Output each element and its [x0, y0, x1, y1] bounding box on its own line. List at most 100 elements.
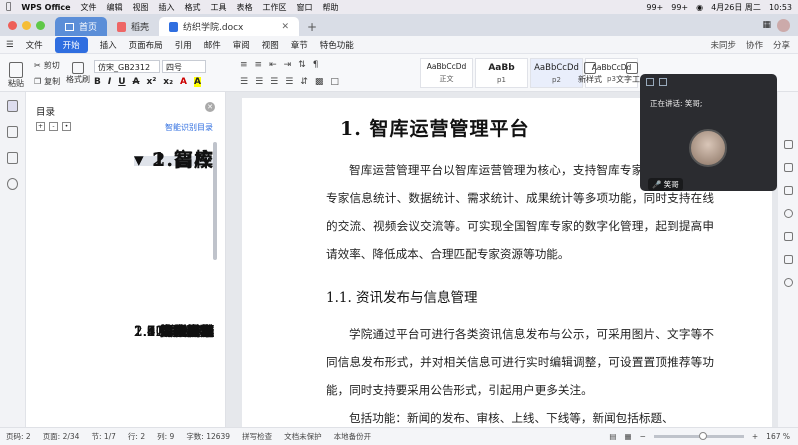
indent-increase-icon[interactable]: ⇥ [284, 60, 292, 70]
view-web-icon[interactable]: ▦ [624, 432, 631, 441]
level-icon[interactable]: • [62, 122, 71, 131]
close-tab-icon[interactable]: ✕ [281, 22, 289, 32]
style-p2[interactable]: AaBbCcDd p2 [530, 58, 583, 88]
style-pane-icon[interactable] [783, 140, 793, 149]
style-normal[interactable]: AaBbCcDd 正文 [420, 58, 473, 88]
search-doc-icon[interactable] [7, 178, 18, 190]
select-icon[interactable] [783, 163, 793, 172]
status-backup[interactable]: 本地备份开 [334, 431, 372, 442]
shading-icon[interactable]: ▩ [315, 77, 324, 87]
font-family-select[interactable]: 仿宋_GB2312 [94, 60, 160, 73]
minimize-window-button[interactable] [22, 20, 31, 30]
ribbon-tab-features[interactable]: 特色功能 [320, 39, 354, 51]
share-button[interactable]: 分享 [773, 39, 790, 51]
wechat-badge[interactable]: 99+ [671, 3, 688, 12]
thumbnail-icon[interactable] [7, 126, 18, 138]
participant-avatar[interactable] [689, 129, 727, 167]
menu-file[interactable]: 文件 [81, 2, 97, 13]
grid-view-icon[interactable] [646, 78, 654, 86]
ribbon-tab-mail[interactable]: 邮件 [204, 39, 221, 51]
zoom-slider[interactable] [653, 432, 744, 440]
menu-insert[interactable]: 插入 [159, 2, 175, 13]
backup-icon[interactable] [783, 232, 793, 241]
zoom-in-button[interactable]: + [752, 432, 758, 441]
status-words[interactable]: 字数: 12639 [186, 431, 230, 442]
bookmark-icon[interactable] [7, 152, 18, 164]
qq-badge[interactable]: 99+ [646, 3, 663, 12]
menu-tools[interactable]: 工具 [211, 2, 227, 13]
collab-button[interactable]: 协作 [746, 39, 763, 51]
number-list-icon[interactable]: ≡ [255, 60, 263, 70]
layout-icon[interactable]: ▦ [762, 20, 771, 30]
strike-button[interactable]: A [133, 77, 140, 87]
status-section[interactable]: 节: 1/7 [91, 431, 115, 442]
menu-app-name[interactable]: WPS Office [21, 3, 70, 12]
new-style-button[interactable]: 新样式 [578, 62, 602, 85]
apple-icon[interactable]:  [6, 2, 11, 12]
collapse-all-icon[interactable]: - [49, 122, 58, 131]
sync-button[interactable]: 未同步 [710, 39, 736, 51]
align-left-icon[interactable]: ☰ [240, 77, 248, 87]
style-p1[interactable]: AaBb p1 [475, 58, 528, 88]
cut-button[interactable]: ✂ 剪切 [34, 60, 60, 71]
ribbon-tab-reference[interactable]: 引用 [175, 39, 192, 51]
format-painter-button[interactable]: 格式刷 [66, 62, 90, 85]
menu-table[interactable]: 表格 [237, 2, 253, 13]
status-protect[interactable]: 文档未保护 [284, 431, 322, 442]
sort-icon[interactable]: ⇅ [298, 60, 306, 70]
ribbon-tab-insert[interactable]: 插入 [100, 39, 117, 51]
ribbon-tab-chapter[interactable]: 章节 [291, 39, 308, 51]
toc-item[interactable]: 2.12.系统管理 [120, 326, 214, 339]
translate-icon[interactable] [783, 255, 793, 264]
status-pages[interactable]: 页面: 2/34 [43, 431, 80, 442]
menu-workspace[interactable]: 工作区 [263, 2, 287, 13]
copy-button[interactable]: ❐ 复制 [34, 76, 60, 87]
speaker-view-icon[interactable] [659, 78, 667, 86]
bullet-list-icon[interactable]: ≡ [240, 60, 248, 70]
superscript-button[interactable]: x² [147, 77, 157, 87]
font-color-button[interactable]: A [180, 77, 187, 87]
align-center-icon[interactable]: ☰ [255, 77, 263, 87]
tab-home[interactable]: 首页 [55, 17, 108, 36]
ribbon-tab-layout[interactable]: 页面布局 [129, 39, 163, 51]
line-spacing-icon[interactable]: ⇵ [300, 77, 308, 87]
new-tab-button[interactable]: + [307, 17, 317, 36]
settings-icon[interactable] [783, 209, 793, 218]
ribbon-file[interactable]: 文件 [26, 39, 43, 51]
status-page-num[interactable]: 页码: 2 [6, 431, 31, 442]
time-label[interactable]: 10:53 [769, 3, 792, 12]
video-call-window[interactable]: 正在讲话: 笑哥; 🎤 笑哥 [640, 74, 777, 191]
close-toc-icon[interactable]: ✕ [205, 102, 215, 112]
menu-format[interactable]: 格式 [185, 2, 201, 13]
toc-item[interactable]: ▾ 2.高校中小企业第二课堂创新实践管理平台 [134, 151, 214, 170]
user-avatar[interactable] [777, 18, 790, 32]
toc-scrollbar[interactable] [213, 142, 217, 260]
close-window-button[interactable] [8, 20, 17, 30]
ai-toc-button[interactable]: 智能识别目录 [165, 122, 213, 133]
paste-button[interactable]: 粘贴 [8, 62, 24, 89]
bold-button[interactable]: B [94, 77, 101, 87]
font-size-select[interactable]: 四号 [162, 60, 206, 73]
menu-edit[interactable]: 编辑 [107, 2, 123, 13]
shape-icon[interactable] [783, 186, 793, 195]
show-marks-icon[interactable]: ¶ [313, 60, 319, 70]
ribbon-tab-view[interactable]: 视图 [262, 39, 279, 51]
menu-window[interactable]: 窗口 [297, 2, 313, 13]
indent-decrease-icon[interactable]: ⇤ [269, 60, 277, 70]
help-icon[interactable] [783, 278, 793, 287]
tab-document[interactable]: 纺织学院.docx ✕ [159, 17, 300, 36]
toc-caret-icon[interactable]: ▾ [134, 149, 152, 171]
view-page-icon[interactable]: ▤ [609, 432, 616, 441]
zoom-knob[interactable] [699, 432, 708, 440]
tab-daoke[interactable]: 稻壳 [107, 17, 159, 36]
subscript-button[interactable]: x₂ [163, 77, 173, 87]
align-justify-icon[interactable]: ☰ [285, 77, 293, 87]
hamburger-icon[interactable]: ☰ [6, 40, 14, 50]
border-icon[interactable]: □ [330, 77, 339, 87]
outline-icon[interactable] [7, 100, 18, 112]
zoom-level[interactable]: 167 % [766, 432, 790, 441]
date-label[interactable]: 4月26日 周二 [711, 2, 761, 13]
align-right-icon[interactable]: ☰ [270, 77, 278, 87]
expand-all-icon[interactable]: + [36, 122, 45, 131]
underline-button[interactable]: U [118, 77, 125, 87]
